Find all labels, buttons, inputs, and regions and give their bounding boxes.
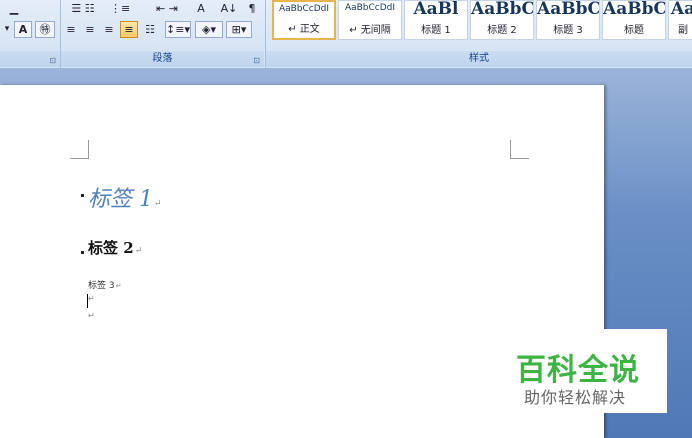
style-sample: Aa [670,0,692,19]
style-sample: AaBbC [537,0,600,19]
align-right-icon[interactable]: ≡ [101,21,117,38]
asian-layout-icon[interactable]: A [191,0,211,17]
styles-group-label: 样式 [266,51,692,67]
indent-icon[interactable]: ⇤ ⇥ [147,0,187,17]
paragraph-dialog-launcher-icon[interactable]: ⊡ [253,56,260,65]
style-sample: AaBbC [603,0,666,19]
font-group: ▁ ▾ A ㊕ ⊡ [0,0,60,68]
dropdown-arrow-icon[interactable]: ▾ [2,21,12,38]
align-center-icon[interactable]: ≡ [82,21,98,38]
align-left-icon[interactable]: ≡ [63,21,79,38]
shading-icon[interactable]: ◈▾ [195,21,223,38]
paragraph-mark: ↵ [134,246,143,256]
heading-3-text: 标签 3 [88,281,115,291]
paragraph-group: ☰ ☷ ⋮≡ ⇤ ⇥ A A↓ ¶ ≡ ≡ ≡ ≡ ☷ ↕≡▾ ◈▾ ⊞▾ 段落… [61,0,264,68]
style-tile[interactable]: Aa 副 [668,0,692,40]
paragraph-mark: ↵ [154,199,162,209]
sort-icon[interactable]: A↓ [217,0,241,17]
styles-group: AaBbCcDdI ↵ 正文 AaBbCcDdI ↵ 无间隔 AaBl 标题 1 AaBbC… [266,0,692,68]
heading-2-text: 标签 2 [88,239,134,257]
multilevel-list-icon[interactable]: ⋮≡ [109,0,131,17]
style-tile[interactable]: AaBbCcDdI ↵ 无间隔 [338,0,402,40]
watermark-subtitle: 助你轻松解决 [524,388,627,407]
distributed-icon[interactable]: ☷ [141,21,159,38]
crop-mark [510,140,529,159]
heading-1-text: 标签 1 [88,187,153,212]
style-name: 标题 1 [421,25,451,36]
heading-3[interactable]: 标签 3↵ [88,278,121,291]
font-dialog-launcher-icon[interactable]: ⊡ [49,56,56,65]
paragraph-mark: ↵ [88,311,95,320]
justify-icon[interactable]: ≡ [120,21,138,38]
underline-icon[interactable]: ▁ [2,0,26,17]
heading-marker [81,251,84,254]
style-tile[interactable]: AaBbC 标题 3 [536,0,600,40]
text-effects-button[interactable]: A [14,21,32,38]
paragraph-mark: ↵ [88,294,95,303]
style-name: 标题 2 [487,25,517,36]
crop-mark [70,140,89,159]
style-sample: AaBbCcDdI [344,3,396,13]
style-tile[interactable]: AaBbC 标题 [602,0,666,40]
style-tile[interactable]: AaBbCcDdI ↵ 正文 [272,0,336,40]
heading-2[interactable]: 标签 2↵ [88,237,142,258]
style-tile[interactable]: AaBl 标题 1 [404,0,468,40]
heading-marker [81,194,84,197]
paragraph-group-label: 段落 [61,51,264,67]
show-marks-icon[interactable]: ¶ [243,0,261,17]
style-name: 标题 3 [553,25,583,36]
style-sample: AaBbC [471,0,534,19]
style-name: 标题 [624,25,644,36]
style-name: ↵ 正文 [288,24,320,35]
ribbon: ▁ ▾ A ㊕ ⊡ ☰ ☷ ⋮≡ ⇤ ⇥ A A↓ ¶ ≡ ≡ ≡ ≡ ☷ ↕≡… [0,0,692,69]
line-spacing-icon[interactable]: ↕≡▾ [165,21,191,38]
heading-1[interactable]: 标签 1↵ [88,181,162,213]
style-name: ↵ 无间隔 [349,25,391,36]
enclose-char-button[interactable]: ㊕ [35,21,55,38]
style-sample: AaBbCcDdI [278,4,330,14]
list-icon[interactable]: ☰ ☷ [63,0,103,17]
style-sample: AaBl [413,0,459,19]
borders-icon[interactable]: ⊞▾ [226,21,252,38]
style-tile[interactable]: AaBbC 标题 2 [470,0,534,40]
paragraph-mark: ↵ [115,282,122,290]
watermark-logo: 百科全说 助你轻松解决 [510,329,667,413]
watermark-title: 百科全说 [516,353,640,388]
style-name: 副 [678,25,688,36]
